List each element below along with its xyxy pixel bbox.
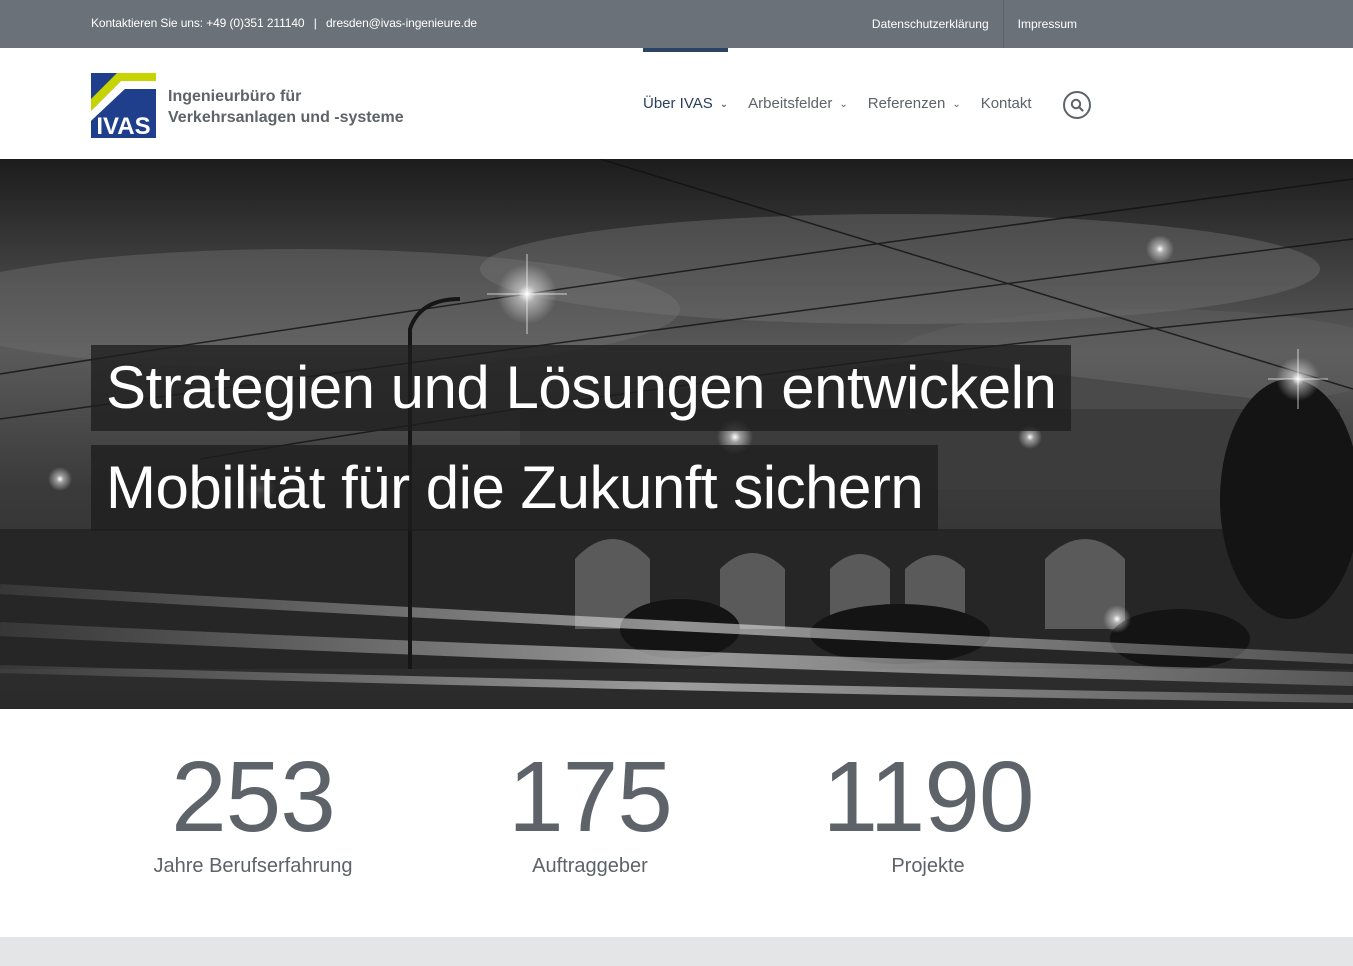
nav-item-referenzen[interactable]: Referenzen ⌄: [868, 48, 961, 159]
contact-email-link[interactable]: dresden@ivas-ingenieure.de: [326, 16, 477, 30]
hero-banner: Strategien und Lösungen entwickeln Mobil…: [0, 159, 1353, 709]
nav-label: Über IVAS: [643, 95, 713, 112]
contact-info: Kontaktieren Sie uns: +49 (0)351 211140 …: [91, 16, 477, 30]
counter-value: 253: [171, 741, 336, 853]
nav-label: Referenzen: [867, 95, 946, 112]
site-header: IVAS Ingenieurbüro für Verkehrsanlagen u…: [0, 48, 1353, 159]
counter-label: Auftraggeber: [532, 855, 648, 877]
counter-experience: 253 Jahre Berufserfahrung: [84, 709, 422, 878]
privacy-link[interactable]: Datenschutzerklärung: [858, 0, 1003, 48]
search-button[interactable]: [1063, 91, 1091, 119]
counter-projects: 1190 Projekte: [759, 709, 1097, 878]
counter-value: 1190: [822, 741, 1034, 853]
hero-background-image: [0, 159, 1353, 709]
top-links: Datenschutzerklärung Impressum: [858, 0, 1091, 48]
chevron-down-icon: ⌄: [952, 99, 961, 110]
counter-label: Jahre Berufserfahrung: [153, 855, 353, 877]
imprint-link[interactable]: Impressum: [1002, 0, 1091, 48]
hero-headline-line2: Mobilität für die Zukunft sichern: [91, 445, 939, 531]
contact-phone: Kontaktieren Sie uns: +49 (0)351 211140: [91, 16, 305, 30]
contact-separator: |: [313, 16, 317, 30]
hero-headline-line1: Strategien und Lösungen entwickeln: [91, 345, 1072, 431]
counter-label: Projekte: [891, 855, 965, 877]
counter-clients: 175 Auftraggeber: [421, 709, 759, 878]
ivas-logo[interactable]: IVAS: [91, 73, 156, 138]
nav-item-arbeitsfelder[interactable]: Arbeitsfelder ⌄: [748, 48, 848, 159]
footer-strip: [0, 937, 1353, 966]
search-icon: [1070, 98, 1084, 112]
nav-item-kontakt[interactable]: Kontakt: [981, 48, 1032, 159]
brand-name-line2: Verkehrsanlagen und -systeme: [168, 109, 404, 126]
counter-value: 175: [508, 741, 673, 853]
logo-text: IVAS: [96, 113, 150, 138]
brand-name-line1: Ingenieurbüro für: [168, 88, 302, 105]
top-bar: Kontaktieren Sie uns: +49 (0)351 211140 …: [0, 0, 1353, 48]
chevron-down-icon: ⌄: [839, 99, 848, 110]
nav-label: Arbeitsfelder: [748, 95, 833, 112]
chevron-down-icon: ⌄: [719, 99, 729, 110]
counters-section: 253 Jahre Berufserfahrung 175 Auftraggeb…: [0, 709, 1353, 937]
brand-name[interactable]: Ingenieurbüro für Verkehrsanlagen und -s…: [168, 86, 404, 128]
nav-label: Kontakt: [980, 95, 1032, 112]
nav-item-ueber-ivas[interactable]: Über IVAS ⌄: [643, 48, 729, 159]
main-nav: Über IVAS ⌄ Arbeitsfelder ⌄ Referenzen ⌄…: [643, 48, 1052, 159]
